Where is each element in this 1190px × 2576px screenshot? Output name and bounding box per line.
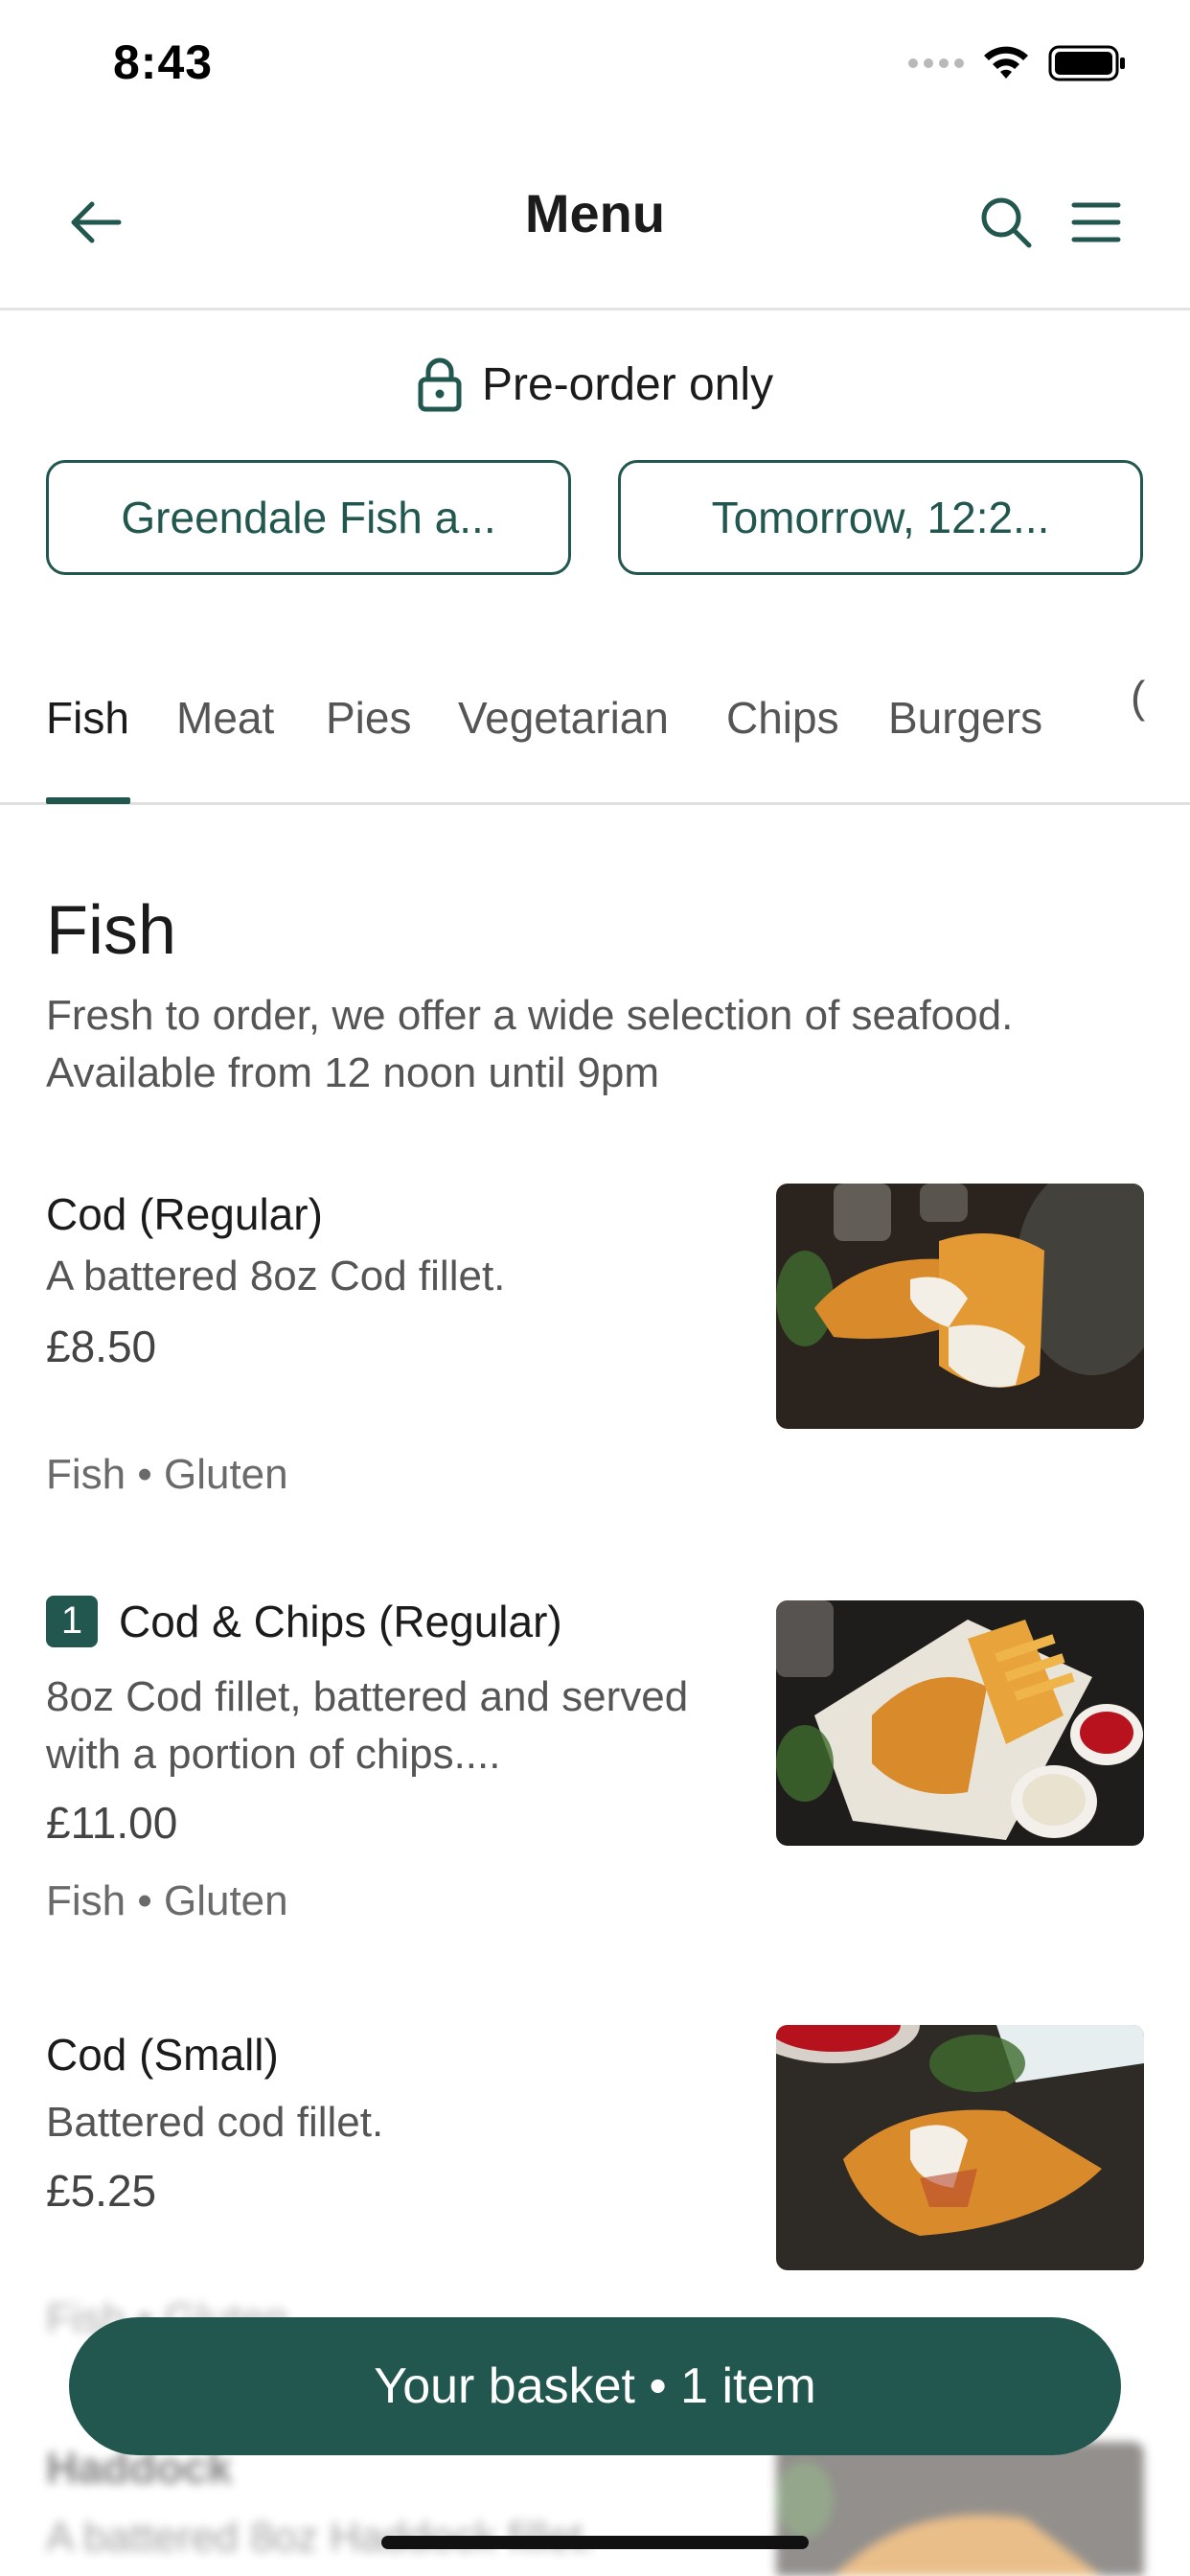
tab-chips[interactable]: Chips (726, 692, 839, 744)
menu-item[interactable]: 1 Cod & Chips (Regular) 8oz Cod fillet, b… (0, 1595, 1190, 1960)
menu-item[interactable]: Cod (Regular) A battered 8oz Cod fillet.… (0, 1179, 1190, 1524)
home-indicator (381, 2536, 809, 2549)
item-name: Cod (Small) (46, 2030, 279, 2080)
tab-next-partial[interactable]: ( (1131, 671, 1145, 723)
tab-fish[interactable]: Fish (46, 692, 129, 744)
tab-pies[interactable]: Pies (326, 692, 411, 744)
item-tags: Fish • Gluten (46, 1877, 288, 1924)
active-tab-indicator (46, 797, 130, 804)
item-price: £5.25 (46, 2166, 157, 2216)
status-icons (908, 44, 1127, 82)
tab-burgers[interactable]: Burgers (888, 692, 1042, 744)
status-time: 8:43 (113, 35, 214, 89)
item-tags: Fish • Gluten (46, 1451, 288, 1498)
item-price: £8.50 (46, 1322, 157, 1371)
time-selector[interactable]: Tomorrow, 12:2... (618, 460, 1143, 575)
item-photo (776, 2025, 1144, 2270)
hamburger-menu-icon (1071, 202, 1121, 242)
item-name: Cod (Regular) (46, 1189, 323, 1239)
menu-item[interactable]: Haddock A battered 8oz Haddock fillet. (0, 2442, 1190, 2576)
wifi-icon (984, 46, 1028, 79)
nav-bar: Menu (0, 134, 1190, 310)
item-description: 8oz Cod fillet, battered and served with… (46, 1673, 689, 1778)
menu-button[interactable] (1058, 184, 1134, 261)
section-title: Fish (46, 892, 177, 969)
category-tabs: Fish Meat Pies Vegetarian Chips Burgers … (0, 671, 1190, 805)
item-photo (776, 1600, 1144, 1846)
item-price: £11.00 (46, 1798, 178, 1848)
basket-button[interactable]: Your basket • 1 item (69, 2317, 1121, 2455)
item-photo (776, 2442, 1144, 2576)
quantity-badge: 1 (46, 1595, 98, 1647)
battery-icon (1048, 45, 1125, 81)
status-bar: 8:43 (0, 0, 1190, 134)
location-selector[interactable]: Greendale Fish a... (46, 460, 571, 575)
item-photo (776, 1184, 1144, 1429)
tab-meat[interactable]: Meat (176, 692, 274, 744)
item-description: A battered 8oz Cod fillet. (46, 1253, 506, 1300)
search-icon (981, 197, 1032, 248)
lock-icon (418, 357, 462, 412)
item-description: Battered cod fillet. (46, 2099, 384, 2146)
search-button[interactable] (968, 184, 1044, 261)
tab-vegetarian[interactable]: Vegetarian (458, 692, 669, 744)
section-description: Fresh to order, we offer a wide selectio… (46, 992, 1014, 1096)
preorder-label: Pre-order only (481, 358, 774, 410)
preorder-notice: Pre-order only (0, 351, 1190, 418)
item-name-text: Cod & Chips (Regular) (119, 1597, 562, 1646)
item-name: 1 Cod & Chips (Regular) (46, 1595, 562, 1651)
cellular-signal-icon (908, 58, 964, 68)
